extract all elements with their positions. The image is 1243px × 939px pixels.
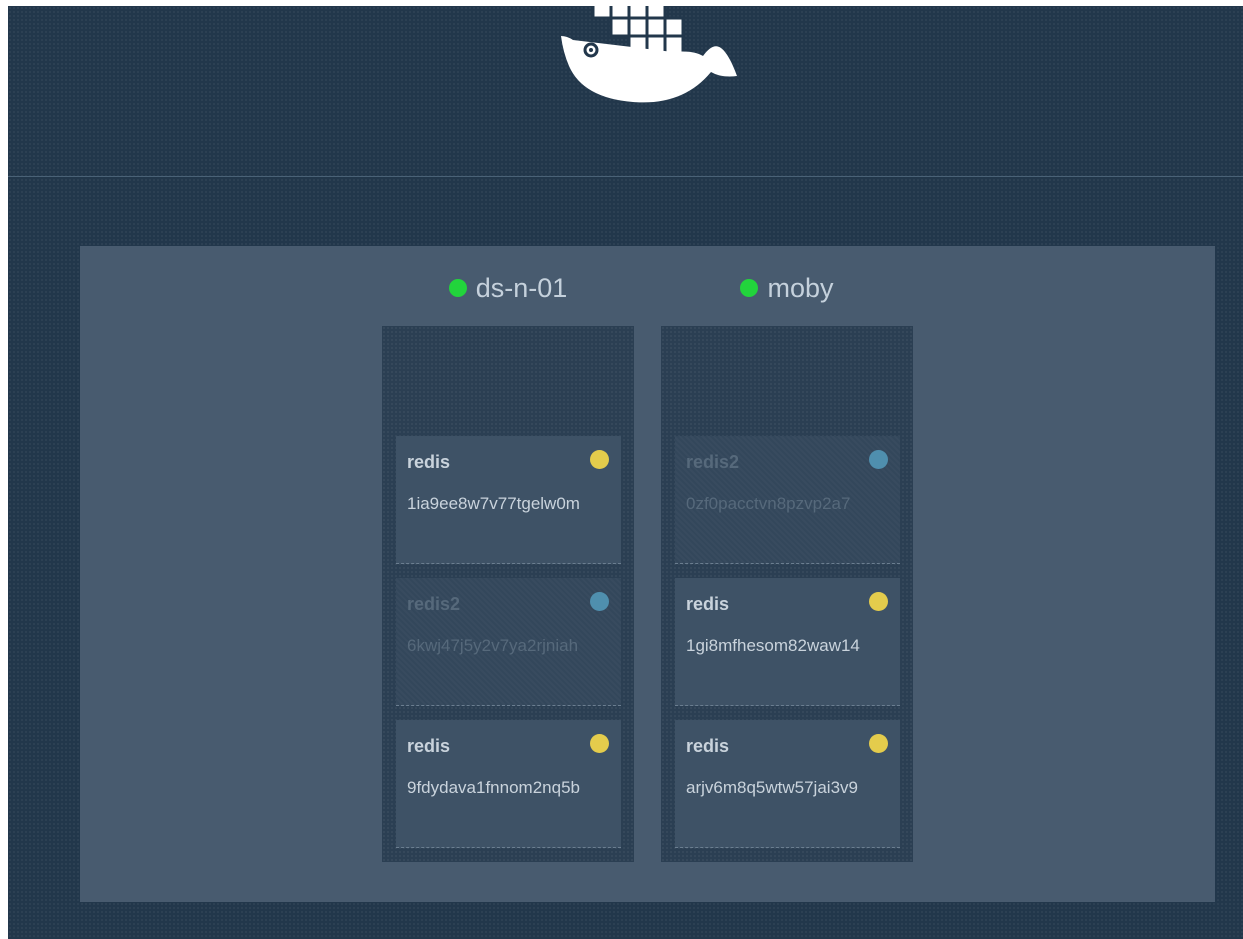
task-service-name: redis bbox=[407, 452, 451, 472]
node-moby: moby redis2 0zf0pacctvn8pzvp2a7 redis 1g… bbox=[661, 268, 913, 862]
task-card[interactable]: redis arjv6m8q5wtw57jai3v9 bbox=[675, 720, 900, 848]
task-id: 9fdydava1fnnom2nq5b bbox=[407, 778, 580, 797]
task-card[interactable]: redis 9fdydava1fnnom2nq5b bbox=[396, 720, 621, 848]
header bbox=[8, 6, 1243, 177]
task-service-name: redis2 bbox=[686, 452, 740, 472]
task-id: 1gi8mfhesom82waw14 bbox=[686, 636, 860, 655]
task-status-dot bbox=[869, 734, 888, 753]
node-task-column: redis2 0zf0pacctvn8pzvp2a7 redis 1gi8mfh… bbox=[661, 326, 913, 862]
task-service-name: redis bbox=[407, 736, 451, 756]
docker-whale-logo bbox=[561, 6, 737, 103]
task-card[interactable]: redis2 0zf0pacctvn8pzvp2a7 bbox=[675, 436, 900, 564]
node-header: ds-n-01 bbox=[382, 268, 634, 308]
task-card[interactable]: redis 1gi8mfhesom82waw14 bbox=[675, 578, 900, 706]
task-status-dot bbox=[590, 450, 609, 469]
node-status-dot bbox=[448, 279, 467, 297]
task-id: arjv6m8q5wtw57jai3v9 bbox=[686, 778, 858, 797]
nodes-panel: ds-n-01 redis 1ia9ee8w7v77tgelw0m redis2… bbox=[80, 246, 1215, 902]
task-card[interactable]: redis 1ia9ee8w7v77tgelw0m bbox=[396, 436, 621, 564]
task-status-dot bbox=[590, 592, 609, 611]
task-status-dot bbox=[869, 450, 888, 469]
task-status-dot bbox=[590, 734, 609, 753]
task-id: 0zf0pacctvn8pzvp2a7 bbox=[686, 494, 851, 513]
task-service-name: redis bbox=[686, 736, 730, 756]
task-card[interactable]: redis2 6kwj47j5y2v7ya2rjniah bbox=[396, 578, 621, 706]
node-status-dot bbox=[740, 279, 759, 297]
node-name: ds-n-01 bbox=[475, 272, 568, 303]
task-id: 6kwj47j5y2v7ya2rjniah bbox=[407, 636, 579, 655]
node-task-column: redis 1ia9ee8w7v77tgelw0m redis2 6kwj47j… bbox=[382, 326, 634, 862]
task-id: 1ia9ee8w7v77tgelw0m bbox=[407, 494, 580, 513]
task-service-name: redis bbox=[686, 594, 730, 614]
task-service-name: redis2 bbox=[407, 594, 461, 614]
node-name: moby bbox=[767, 272, 834, 303]
node-ds-n-01: ds-n-01 redis 1ia9ee8w7v77tgelw0m redis2… bbox=[382, 268, 634, 862]
task-status-dot bbox=[869, 592, 888, 611]
visualizer-screen: ds-n-01 redis 1ia9ee8w7v77tgelw0m redis2… bbox=[8, 6, 1243, 939]
node-header: moby bbox=[661, 268, 913, 308]
